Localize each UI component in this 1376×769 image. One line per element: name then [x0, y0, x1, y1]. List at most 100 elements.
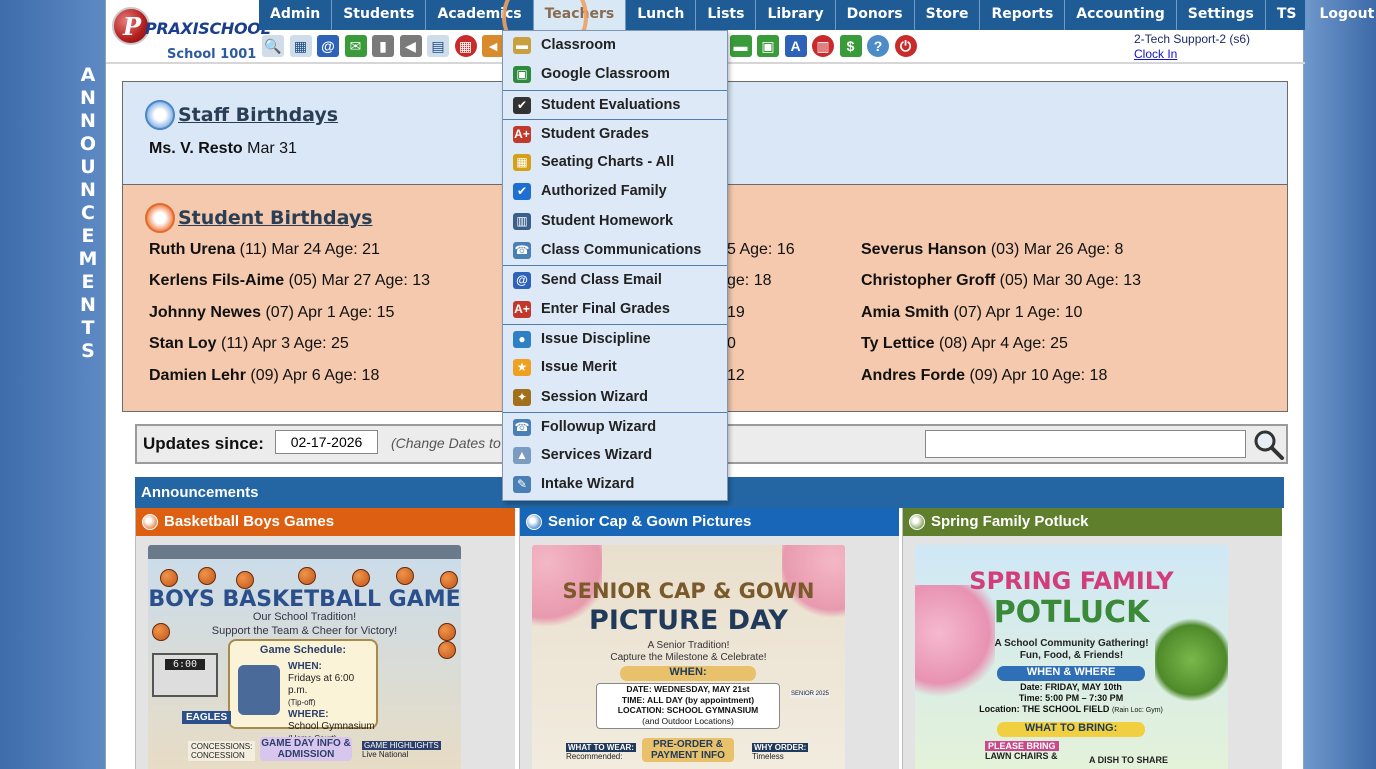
calendar-icon[interactable]: ▦ — [454, 35, 477, 57]
nav-ts[interactable]: TS — [1266, 0, 1309, 30]
speaker-icon[interactable]: ◀ — [399, 35, 422, 57]
student-name[interactable]: Severus Hanson — [861, 241, 986, 258]
report-icon[interactable]: ▤ — [427, 35, 449, 57]
menu-item-issue-merit[interactable]: ★ Issue Merit — [503, 353, 727, 382]
student-birthday-entry: Amia Smith (07) Apr 1 Age: 10 — [861, 304, 1082, 322]
student-name[interactable]: Ruth Urena — [149, 241, 235, 258]
student-birthday-entry: 12 — [727, 367, 745, 385]
menu-item-label: Services Wizard — [541, 447, 653, 464]
student-name[interactable]: Kerlens Fils-Aime — [149, 272, 284, 289]
megaphone-icon[interactable]: ◄ — [482, 35, 504, 57]
menu-item-student-grades[interactable]: A+ Student Grades — [503, 118, 727, 148]
banner-letter: E — [81, 271, 95, 293]
search-icon[interactable]: 🔍 — [262, 35, 284, 57]
nav-lists[interactable]: Lists — [696, 0, 757, 30]
basketball-icon — [160, 569, 178, 587]
student-name[interactable]: Ty Lettice — [861, 335, 935, 352]
basketball-icon — [440, 571, 458, 589]
student-name[interactable]: Amia Smith — [861, 304, 949, 321]
nav-settings[interactable]: Settings — [1177, 0, 1266, 30]
search-input[interactable] — [925, 430, 1246, 458]
student-name[interactable]: Damien Lehr — [149, 367, 246, 384]
chat-icon[interactable]: ✉ — [344, 35, 367, 57]
student-name[interactable]: Andres Forde — [861, 367, 965, 384]
menu-item-services-wizard[interactable]: ▲ Services Wizard — [503, 441, 727, 470]
search-icon[interactable] — [1251, 428, 1285, 460]
pdf-icon[interactable]: ▥ — [812, 35, 834, 57]
basketball-icon — [438, 641, 456, 659]
card-title: Basketball Boys Games — [164, 513, 335, 530]
menu-item-class-communications[interactable]: ☎ Class Communications — [503, 236, 727, 265]
menu-item-followup-wizard[interactable]: ☎ Followup Wizard — [503, 411, 727, 441]
menu-item-intake-wizard[interactable]: ✎ Intake Wizard — [503, 470, 727, 499]
poster-schedule-box: Game Schedule: WHEN: Fridays at 6:00 p.m… — [228, 639, 378, 743]
nav-reports[interactable]: Reports — [980, 0, 1066, 30]
intake-icon: ✎ — [513, 476, 531, 494]
card-header[interactable]: Senior Cap & Gown Pictures — [520, 508, 899, 536]
star-icon: ★ — [513, 359, 531, 377]
staff-birthdays-title[interactable]: Staff Birthdays — [178, 104, 338, 126]
nav-logout[interactable]: Logout — [1309, 0, 1376, 30]
ticket-icon[interactable]: ▬ — [729, 35, 752, 57]
nav-academics[interactable]: Academics — [426, 0, 534, 30]
menu-item-student-evaluations[interactable]: ✔ Student Evaluations — [503, 89, 727, 119]
announcement-card-potluck[interactable]: Spring Family Potluck SPRING FAMILY POTL… — [902, 508, 1282, 769]
menu-item-authorized-family[interactable]: ✔ Authorized Family — [503, 177, 727, 206]
poster-bring-label: WHAT TO BRING: — [997, 722, 1145, 737]
ap-icon[interactable]: A — [784, 35, 807, 57]
menu-item-session-wizard[interactable]: ✦ Session Wizard — [503, 383, 727, 412]
nav-store[interactable]: Store — [915, 0, 981, 30]
menu-item-enter-final-grades[interactable]: A+ Enter Final Grades — [503, 295, 727, 324]
updates-date-input[interactable]: 02-17-2026 — [275, 430, 378, 454]
user-box: 2-Tech Support-2 (s6) Clock In — [1134, 32, 1250, 62]
banner-letter: A — [80, 64, 96, 86]
praxischool-logo[interactable]: P PRAXISCHOOL™ School 1001 — [109, 4, 277, 62]
cap-gown-poster[interactable]: SENIOR CAP & GOWN PICTURE DAY A Senior T… — [532, 545, 845, 769]
teachers-dropdown-menu: ▬ Classroom ▣ Google Classroom ✔ Student Eval… — [502, 30, 728, 501]
menu-item-google-classroom[interactable]: ▣ Google Classroom — [503, 60, 727, 89]
student-birthday-detail: (05) Mar 30 Age: 13 — [995, 272, 1142, 289]
menu-item-send-class-email[interactable]: @ Send Class Email — [503, 265, 727, 294]
menu-item-seating-charts-all[interactable]: ▦ Seating Charts - All — [503, 148, 727, 177]
menu-item-classroom[interactable]: ▬ Classroom — [503, 31, 727, 60]
nav-library[interactable]: Library — [756, 0, 836, 30]
card-title: Senior Cap & Gown Pictures — [548, 513, 752, 530]
nav-accounting[interactable]: Accounting — [1065, 0, 1177, 30]
money-icon[interactable]: $ — [839, 35, 862, 57]
announcement-card-cap-gown[interactable]: Senior Cap & Gown Pictures SENIOR CAP & … — [519, 508, 899, 769]
menu-item-issue-discipline[interactable]: ● Issue Discipline — [503, 323, 727, 353]
nav-students[interactable]: Students — [332, 0, 427, 30]
nav-admin[interactable]: Admin — [259, 0, 333, 30]
printer-icon[interactable]: ▣ — [757, 35, 779, 57]
student-birthday-detail: (09) Apr 6 Age: 18 — [245, 367, 380, 384]
card-header[interactable]: Basketball Boys Games — [136, 508, 515, 536]
help-icon[interactable]: ? — [867, 35, 889, 57]
student-name[interactable]: Stan Loy — [149, 335, 217, 352]
poster-why: WHY ORDER: Timeless — [752, 743, 809, 761]
clock-in-link[interactable]: Clock In — [1134, 47, 1177, 61]
student-name[interactable]: Johnny Newes — [149, 304, 261, 321]
nav-donors[interactable]: Donors — [836, 0, 915, 30]
student-name[interactable]: Christopher Groff — [861, 272, 995, 289]
student-birthday-detail: 0 — [727, 335, 736, 352]
grid-icon[interactable]: ▦ — [289, 35, 312, 57]
power-icon[interactable]: ⏻ — [894, 35, 917, 57]
cake-icon — [145, 203, 175, 233]
student-birthdays-title[interactable]: Student Birthdays — [178, 207, 373, 229]
announcement-card-basketball[interactable]: Basketball Boys Games BOYS BASKETBALL GA… — [135, 508, 515, 769]
nav-teachers[interactable]: Teachers — [533, 0, 627, 30]
wizard-icon: ✦ — [513, 388, 531, 406]
potluck-poster[interactable]: SPRING FAMILY POTLUCK A School Community… — [915, 545, 1228, 769]
menu-item-student-homework[interactable]: ▥ Student Homework — [503, 207, 727, 236]
banner-letter: M — [78, 248, 98, 270]
basketball-poster[interactable]: BOYS BASKETBALL GAME Our School Traditio… — [148, 545, 461, 769]
card-header[interactable]: Spring Family Potluck — [903, 508, 1282, 536]
student-birthday-detail: (09) Apr 10 Age: 18 — [965, 367, 1108, 384]
poster-headline: SPRING FAMILY — [969, 567, 1174, 595]
nav-lunch[interactable]: Lunch — [626, 0, 697, 30]
banner-letter: S — [81, 340, 95, 362]
email-icon[interactable]: @ — [317, 35, 339, 57]
phone-icon[interactable]: ▮ — [372, 35, 394, 57]
poster-bring-left: PLEASE BRING LAWN CHAIRS & — [985, 741, 1059, 761]
poster-admission: GAME DAY INFO & ADMISSION — [260, 737, 352, 761]
